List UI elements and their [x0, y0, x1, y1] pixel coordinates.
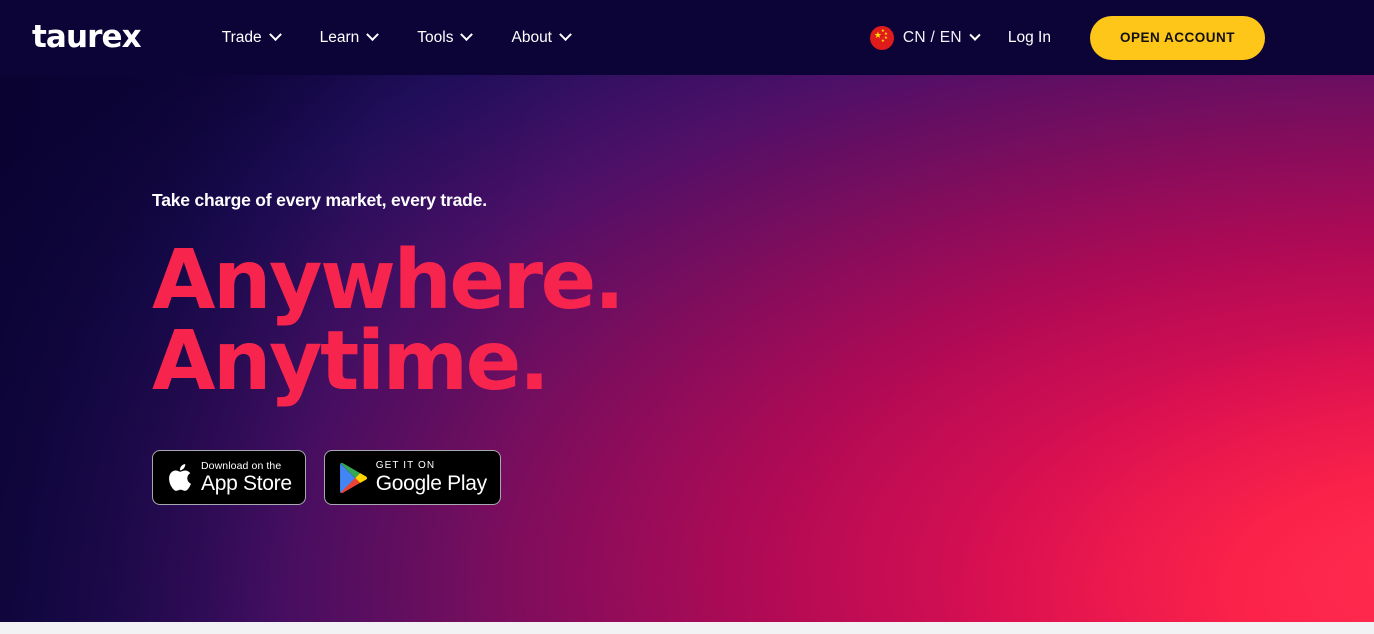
chevron-down-icon: [460, 28, 474, 42]
nav-item-label: Learn: [319, 28, 360, 46]
china-flag-icon: ★ ★ ★ ★ ★: [869, 25, 894, 50]
hero-section: Take charge of every market, every trade…: [0, 75, 1374, 622]
site-header: taurex Trade Learn Tools About ★ ★ ★ ★ ★…: [0, 0, 1374, 75]
hero-headline-line2: Anytime.: [152, 314, 550, 410]
chevron-down-icon: [268, 28, 282, 42]
hero-content: Take charge of every market, every trade…: [152, 190, 625, 506]
app-store-badge-big-text: App Store: [201, 472, 292, 496]
nav-item-learn[interactable]: Learn: [319, 28, 380, 47]
google-play-badge-big-text: Google Play: [375, 471, 487, 495]
header-right-cluster: ★ ★ ★ ★ ★ CN / EN Log In OPEN ACCOUNT: [869, 0, 1374, 75]
chevron-down-icon: [366, 28, 380, 42]
chevron-down-icon: [969, 29, 981, 41]
main-navigation: Trade Learn Tools About: [221, 28, 572, 47]
google-play-icon: [338, 462, 367, 494]
taurex-logo[interactable]: taurex: [32, 22, 142, 53]
nav-item-trade[interactable]: Trade: [221, 28, 282, 47]
app-store-badge[interactable]: Download on the App Store: [152, 450, 306, 506]
nav-item-label: Tools: [417, 28, 454, 46]
language-selector[interactable]: ★ ★ ★ ★ ★ CN / EN: [869, 25, 981, 50]
language-label: CN / EN: [902, 28, 962, 46]
nav-item-label: About: [511, 28, 552, 46]
hero-headline: Anywhere. Anytime.: [152, 240, 625, 410]
hero-eyebrow: Take charge of every market, every trade…: [152, 190, 487, 210]
open-account-button[interactable]: OPEN ACCOUNT: [1089, 15, 1265, 60]
nav-item-tools[interactable]: Tools: [417, 28, 474, 47]
chevron-down-icon: [559, 28, 572, 42]
google-play-badge[interactable]: GET IT ON Google Play: [323, 450, 501, 506]
login-link[interactable]: Log In: [1008, 29, 1051, 47]
page-root: taurex Trade Learn Tools About ★ ★ ★ ★ ★…: [0, 0, 1374, 634]
nav-item-about[interactable]: About: [511, 28, 572, 47]
apple-logo-icon: [166, 462, 192, 493]
app-store-badge-small-text: Download on the: [201, 460, 282, 473]
app-store-badges: Download on the App Store GET IT ON Goog…: [152, 450, 623, 506]
google-play-badge-small-text: GET IT ON: [375, 460, 436, 472]
page-bottom-strip: [0, 622, 1374, 634]
nav-item-label: Trade: [221, 28, 262, 46]
